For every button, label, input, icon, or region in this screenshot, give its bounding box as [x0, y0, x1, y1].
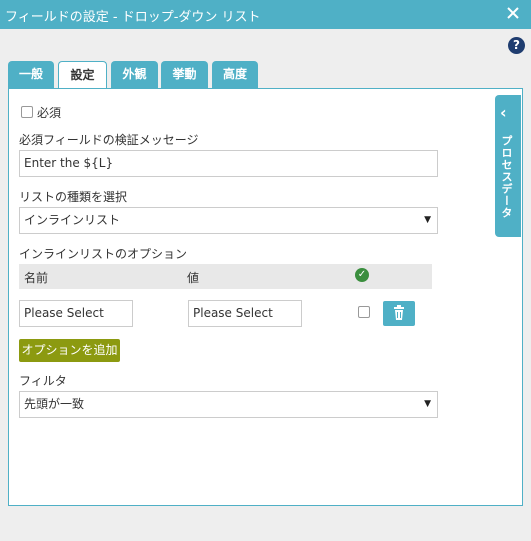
- check-circle-icon: ✓: [355, 268, 369, 282]
- validation-message-input[interactable]: Enter the ${L}: [19, 150, 438, 177]
- delete-option-button[interactable]: [383, 301, 415, 326]
- required-label: 必須: [37, 106, 62, 120]
- chevron-left-icon: ‹: [500, 103, 507, 122]
- list-type-value: インラインリスト: [24, 213, 121, 227]
- help-icon[interactable]: ?: [508, 37, 525, 54]
- column-name-header: 名前: [24, 271, 49, 285]
- option-name-input[interactable]: Please Select: [19, 300, 133, 327]
- tab-settings[interactable]: 設定: [58, 61, 107, 89]
- inline-options-label: インラインリストのオプション: [19, 247, 188, 261]
- required-checkbox[interactable]: [21, 106, 33, 118]
- close-icon[interactable]: [503, 3, 523, 23]
- tab-advanced[interactable]: 高度: [212, 61, 258, 88]
- validation-label: 必須フィールドの検証メッセージ: [19, 133, 199, 147]
- tab-behavior[interactable]: 挙動: [161, 61, 208, 88]
- title-bar: フィールドの設定 - ドロップ-ダウン リスト: [0, 0, 531, 29]
- list-type-select[interactable]: インラインリスト ▼: [19, 207, 438, 234]
- process-data-tab[interactable]: ‹ プロセスデータ: [495, 95, 521, 237]
- list-type-label: リストの種類を選択: [19, 190, 128, 204]
- tab-appearance[interactable]: 外観: [111, 61, 158, 88]
- dropdown-arrow-icon: ▼: [424, 215, 431, 225]
- column-value-header: 値: [187, 271, 200, 285]
- tab-general[interactable]: 一般: [8, 61, 54, 88]
- option-default-checkbox[interactable]: [358, 306, 370, 318]
- options-grid-header: 名前 値 ✓: [19, 264, 432, 289]
- option-value-input[interactable]: Please Select: [188, 300, 302, 327]
- filter-value: 先頭が一致: [24, 397, 85, 411]
- trash-icon: [394, 305, 404, 320]
- dropdown-arrow-icon: ▼: [424, 399, 431, 409]
- window-title: フィールドの設定 - ドロップ-ダウン リスト: [5, 10, 261, 25]
- filter-select[interactable]: 先頭が一致 ▼: [19, 391, 438, 418]
- process-data-label: プロセスデータ: [500, 135, 513, 219]
- filter-label: フィルタ: [19, 374, 67, 388]
- add-option-button[interactable]: オプションを追加: [19, 339, 120, 362]
